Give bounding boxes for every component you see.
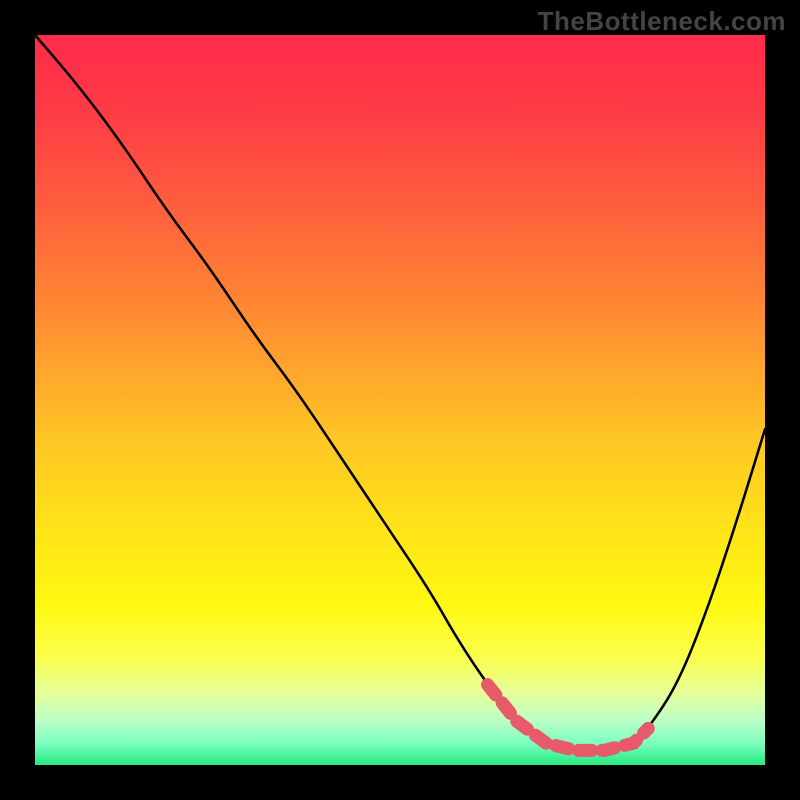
watermark-text: TheBottleneck.com: [538, 6, 786, 37]
figure-frame: TheBottleneck.com: [0, 0, 800, 800]
curve-path: [35, 35, 765, 750]
pink-segment: [488, 685, 649, 751]
plot-area: [35, 35, 765, 765]
curve-overlay: [35, 35, 765, 765]
